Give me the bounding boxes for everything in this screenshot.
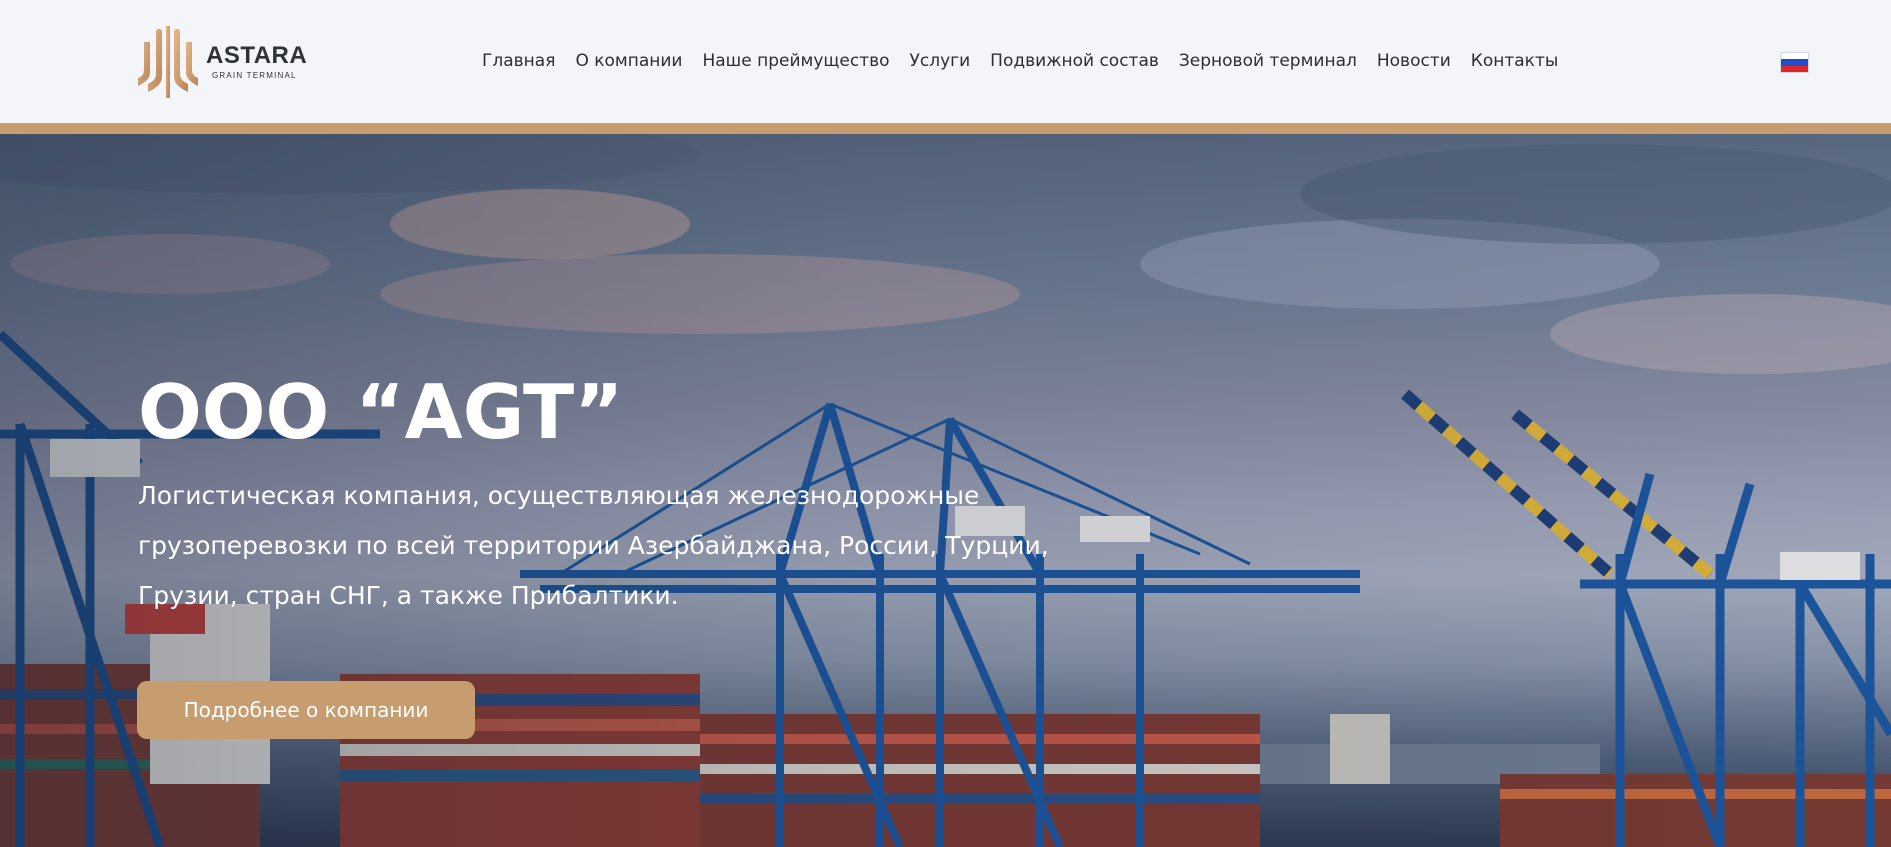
site-header: ASTARA GRAIN TERMINAL Главная О компании… — [0, 0, 1891, 123]
logo-name: ASTARA — [206, 42, 308, 69]
hero-section: ООО “AGT” Логистическая компания, осущес… — [0, 134, 1891, 847]
header-divider — [0, 123, 1891, 134]
nav-item-news[interactable]: Новости — [1377, 50, 1451, 72]
russia-flag-icon[interactable] — [1780, 52, 1809, 73]
wheat-logo-icon — [138, 26, 198, 98]
hero-title: ООО “AGT” — [138, 368, 624, 456]
nav-item-contacts[interactable]: Контакты — [1471, 50, 1559, 72]
nav-item-advantages[interactable]: Наше преймущество — [702, 50, 889, 72]
nav-item-rolling-stock[interactable]: Подвижной состав — [990, 50, 1159, 72]
nav-item-grain-terminal[interactable]: Зерновой терминал — [1179, 50, 1357, 72]
main-nav: Главная О компании Наше преймущество Усл… — [482, 50, 1558, 72]
nav-item-about[interactable]: О компании — [575, 50, 682, 72]
nav-item-home[interactable]: Главная — [482, 50, 555, 72]
nav-item-services[interactable]: Услуги — [910, 50, 971, 72]
about-company-button[interactable]: Подробнее о компании — [137, 681, 475, 739]
logo[interactable]: ASTARA GRAIN TERMINAL — [136, 26, 307, 98]
hero-description: Логистическая компания, осуществляющая ж… — [138, 481, 1049, 610]
logo-subtitle: GRAIN TERMINAL — [212, 71, 297, 80]
